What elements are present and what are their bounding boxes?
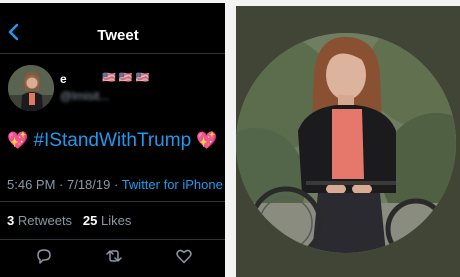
engagement-stats: 3 Retweets 25 Likes — [7, 213, 131, 228]
tweet-panel: Tweet e 🇺🇸 🇺🇸 🇺🇸 @lmisit... 💖 #IStandWit… — [0, 3, 225, 277]
avatar-photo — [8, 65, 54, 111]
sparkling-heart-icon: 💖 — [7, 131, 29, 150]
flag-emojis: 🇺🇸 🇺🇸 🇺🇸 — [102, 72, 150, 84]
tweet-time: 5:46 PM — [7, 177, 56, 192]
tweet-text: 💖 #IStandWithTrump 💖 — [7, 130, 218, 152]
like-icon[interactable] — [174, 246, 194, 266]
retweets-label[interactable]: Retweets — [18, 213, 72, 228]
top-bar: Tweet — [0, 3, 225, 54]
likes-label[interactable]: Likes — [101, 213, 131, 228]
back-chevron-icon[interactable] — [6, 23, 20, 41]
hashtag-link[interactable]: #IStandWithTrump — [33, 130, 191, 151]
user-handle: @lmisit... — [60, 89, 110, 103]
display-name: e — [60, 72, 67, 86]
divider — [0, 239, 225, 240]
avatar[interactable] — [8, 65, 54, 111]
person-in-wheelchair-photo — [236, 33, 456, 253]
sparkling-heart-icon: 💖 — [196, 131, 218, 150]
divider — [0, 201, 225, 202]
profile-photo — [236, 33, 456, 253]
retweet-icon[interactable] — [104, 246, 124, 266]
reply-icon[interactable] — [34, 246, 54, 266]
separator: · — [55, 177, 67, 192]
action-bar — [0, 246, 225, 270]
source-client-link[interactable]: Twitter for iPhone — [122, 177, 223, 192]
photo-panel — [236, 6, 460, 277]
tweet-date: 7/18/19 — [66, 177, 111, 192]
screen-title: Tweet — [97, 27, 139, 44]
tweet-metadata: 5:46 PM · 7/18/19 · Twitter for iPhone — [7, 177, 223, 192]
screenshot-canvas: Tweet e 🇺🇸 🇺🇸 🇺🇸 @lmisit... 💖 #IStandWit… — [0, 0, 460, 277]
like-count[interactable]: 25 — [83, 213, 97, 228]
retweet-count[interactable]: 3 — [7, 213, 14, 228]
separator: · — [110, 177, 122, 192]
